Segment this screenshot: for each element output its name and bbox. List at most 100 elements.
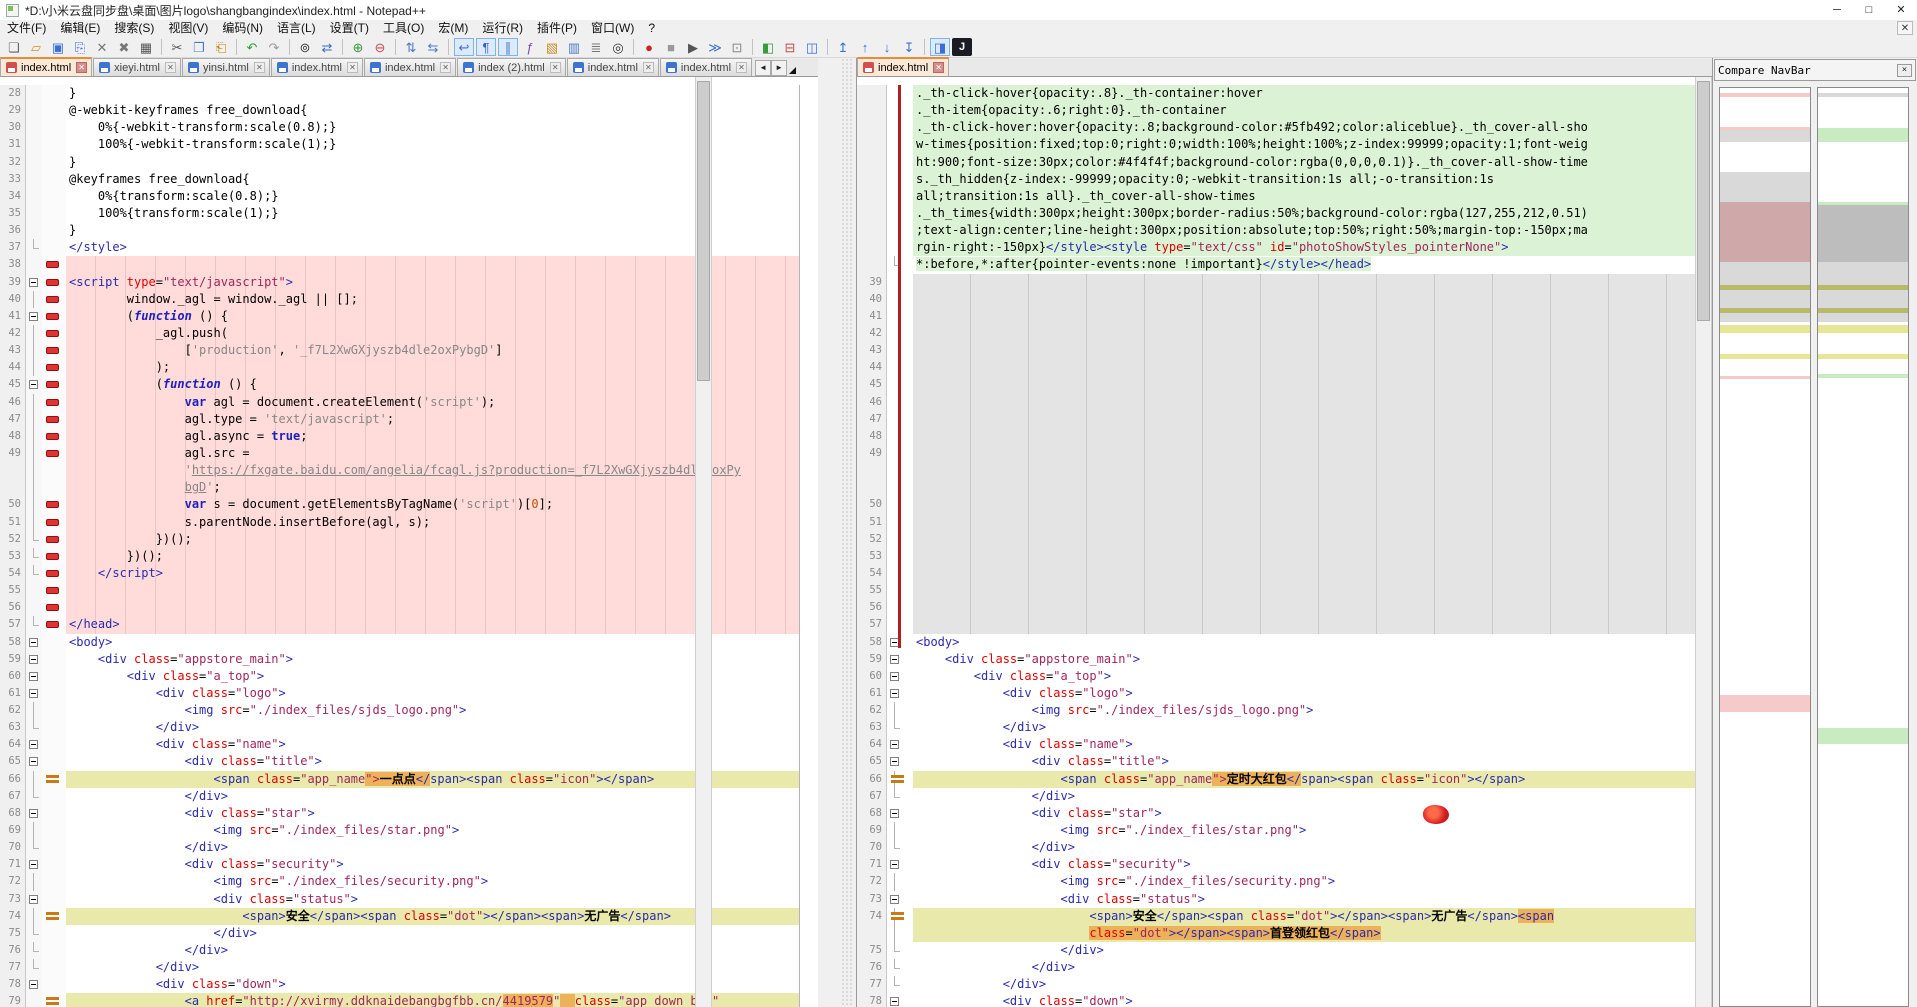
fold-margin[interactable] — [26, 445, 42, 462]
fold-marker-margin[interactable] — [887, 771, 913, 788]
fold-margin[interactable] — [26, 85, 42, 102]
fold-margin[interactable] — [26, 719, 42, 736]
maximize-button[interactable]: □ — [1853, 0, 1885, 20]
fold-margin[interactable] — [26, 188, 42, 205]
tab-index.html[interactable]: index.html✕ — [567, 58, 659, 76]
fold-margin[interactable] — [26, 891, 42, 908]
fold-margin[interactable] — [26, 479, 42, 496]
fold-margin[interactable] — [26, 788, 42, 805]
tab-close-icon[interactable]: ✕ — [933, 62, 944, 73]
fold-margin[interactable] — [26, 325, 42, 342]
fold-margin[interactable] — [26, 222, 42, 239]
menu-close-icon[interactable]: ✕ — [1897, 21, 1913, 35]
fold-margin[interactable] — [26, 736, 42, 753]
fold-margin[interactable] — [26, 634, 42, 651]
right-vertical-scrollbar[interactable] — [1695, 77, 1712, 1007]
menu-item-运行r[interactable]: 运行(R) — [475, 20, 530, 36]
sync-scroll-v-icon[interactable]: ⇅ — [401, 38, 421, 56]
indent-guides-icon[interactable]: ∥ — [498, 38, 518, 56]
fold-margin[interactable] — [26, 239, 42, 256]
last-diff-icon[interactable]: ↧ — [899, 38, 919, 56]
fold-marker-margin[interactable] — [887, 959, 913, 976]
fold-margin[interactable] — [26, 753, 42, 770]
fold-margin[interactable] — [26, 582, 42, 599]
plugin-j-icon[interactable]: J — [952, 38, 972, 56]
fold-marker-margin[interactable] — [887, 822, 913, 839]
fold-margin[interactable] — [26, 651, 42, 668]
compare-clear-icon[interactable]: ⊟ — [780, 38, 800, 56]
save-all-icon[interactable]: ⎘ — [70, 38, 90, 56]
fold-margin[interactable] — [26, 702, 42, 719]
macro-play-icon[interactable]: ▶ — [683, 38, 703, 56]
tab-close-icon[interactable]: ✕ — [254, 62, 265, 73]
menu-item-编辑e[interactable]: 编辑(E) — [53, 20, 107, 36]
minimize-button[interactable]: ─ — [1821, 0, 1853, 20]
fold-margin[interactable] — [26, 959, 42, 976]
view-splitter[interactable] — [818, 58, 856, 1007]
tab-index.html[interactable]: index.html✕ — [364, 58, 456, 76]
fold-marker-margin[interactable] — [887, 908, 913, 925]
fold-margin[interactable] — [26, 599, 42, 616]
fold-margin[interactable] — [26, 496, 42, 513]
compare-navbar-close-icon[interactable]: × — [1897, 64, 1912, 77]
fold-margin[interactable] — [26, 342, 42, 359]
fold-marker-margin[interactable] — [887, 873, 913, 890]
print-icon[interactable]: ▦ — [136, 38, 156, 56]
fold-margin[interactable] — [26, 976, 42, 993]
fold-margin[interactable] — [26, 411, 42, 428]
menu-item-宏m[interactable]: 宏(M) — [431, 20, 475, 36]
macro-save-icon[interactable]: ⊡ — [727, 38, 747, 56]
fold-margin[interactable] — [26, 822, 42, 839]
fold-margin[interactable] — [26, 942, 42, 959]
first-diff-icon[interactable]: ↥ — [833, 38, 853, 56]
tab-scroll-right-icon[interactable]: ► — [771, 60, 787, 76]
folder-workspace-icon[interactable]: ▧ — [542, 38, 562, 56]
fold-margin[interactable] — [26, 256, 42, 273]
fold-marker-margin[interactable] — [887, 753, 913, 770]
navbar-left-minimap[interactable] — [1719, 87, 1811, 1007]
menu-item-视图v[interactable]: 视图(V) — [161, 20, 215, 36]
left-editor[interactable]: 28}29@-webkit-keyframes free_download{30… — [0, 77, 818, 1007]
fold-margin[interactable] — [26, 856, 42, 873]
fold-margin[interactable] — [26, 805, 42, 822]
fold-margin[interactable] — [26, 925, 42, 942]
tab-index.html[interactable]: index.html✕ — [271, 58, 363, 76]
fold-margin[interactable] — [26, 685, 42, 702]
left-vertical-scrollbar[interactable] — [695, 77, 712, 1007]
close-button[interactable]: ✕ — [1885, 0, 1917, 20]
macro-record-icon[interactable]: ● — [639, 38, 659, 56]
fold-margin[interactable] — [26, 839, 42, 856]
fold-marker-margin[interactable] — [887, 856, 913, 873]
save-icon[interactable]: ▣ — [48, 38, 68, 56]
function-list-icon[interactable]: ƒ — [520, 38, 540, 56]
fold-margin[interactable] — [26, 771, 42, 788]
tab-close-icon[interactable]: ✕ — [643, 62, 654, 73]
menu-item-语言l[interactable]: 语言(L) — [270, 20, 323, 36]
fold-margin[interactable] — [26, 376, 42, 393]
fold-marker-margin[interactable] — [887, 719, 913, 736]
document-list-icon[interactable]: ≣ — [586, 38, 606, 56]
document-map-icon[interactable]: ▥ — [564, 38, 584, 56]
tab-close-icon[interactable]: ✕ — [440, 62, 451, 73]
zoom-in-icon[interactable]: ⊕ — [348, 38, 368, 56]
fold-marker-margin[interactable] — [887, 993, 913, 1007]
right-editor[interactable]: ._th-click-hover{opacity:.8}._th-contain… — [857, 77, 1712, 1007]
fold-marker-margin[interactable] — [887, 685, 913, 702]
view-eye-icon[interactable]: ◎ — [608, 38, 628, 56]
tab-scroll-left-icon[interactable]: ◄ — [755, 60, 771, 76]
fold-marker-margin[interactable] — [887, 839, 913, 856]
macro-multi-run-icon[interactable]: ≫ — [705, 38, 725, 56]
menu-item-搜索s[interactable]: 搜索(S) — [107, 20, 161, 36]
fold-margin[interactable] — [26, 205, 42, 222]
menu-item-插件p[interactable]: 插件(P) — [530, 20, 584, 36]
zoom-out-icon[interactable]: ⊖ — [370, 38, 390, 56]
show-all-chars-icon[interactable]: ¶ — [476, 38, 496, 56]
fold-marker-margin[interactable] — [887, 788, 913, 805]
compare-icon[interactable]: ◧ — [758, 38, 778, 56]
macro-stop-icon[interactable]: ■ — [661, 38, 681, 56]
new-file-icon[interactable]: ❏ — [4, 38, 24, 56]
fold-margin[interactable] — [26, 428, 42, 445]
fold-margin[interactable] — [26, 616, 42, 633]
undo-icon[interactable]: ↶ — [242, 38, 262, 56]
menu-item-[interactable]: ? — [641, 20, 662, 36]
